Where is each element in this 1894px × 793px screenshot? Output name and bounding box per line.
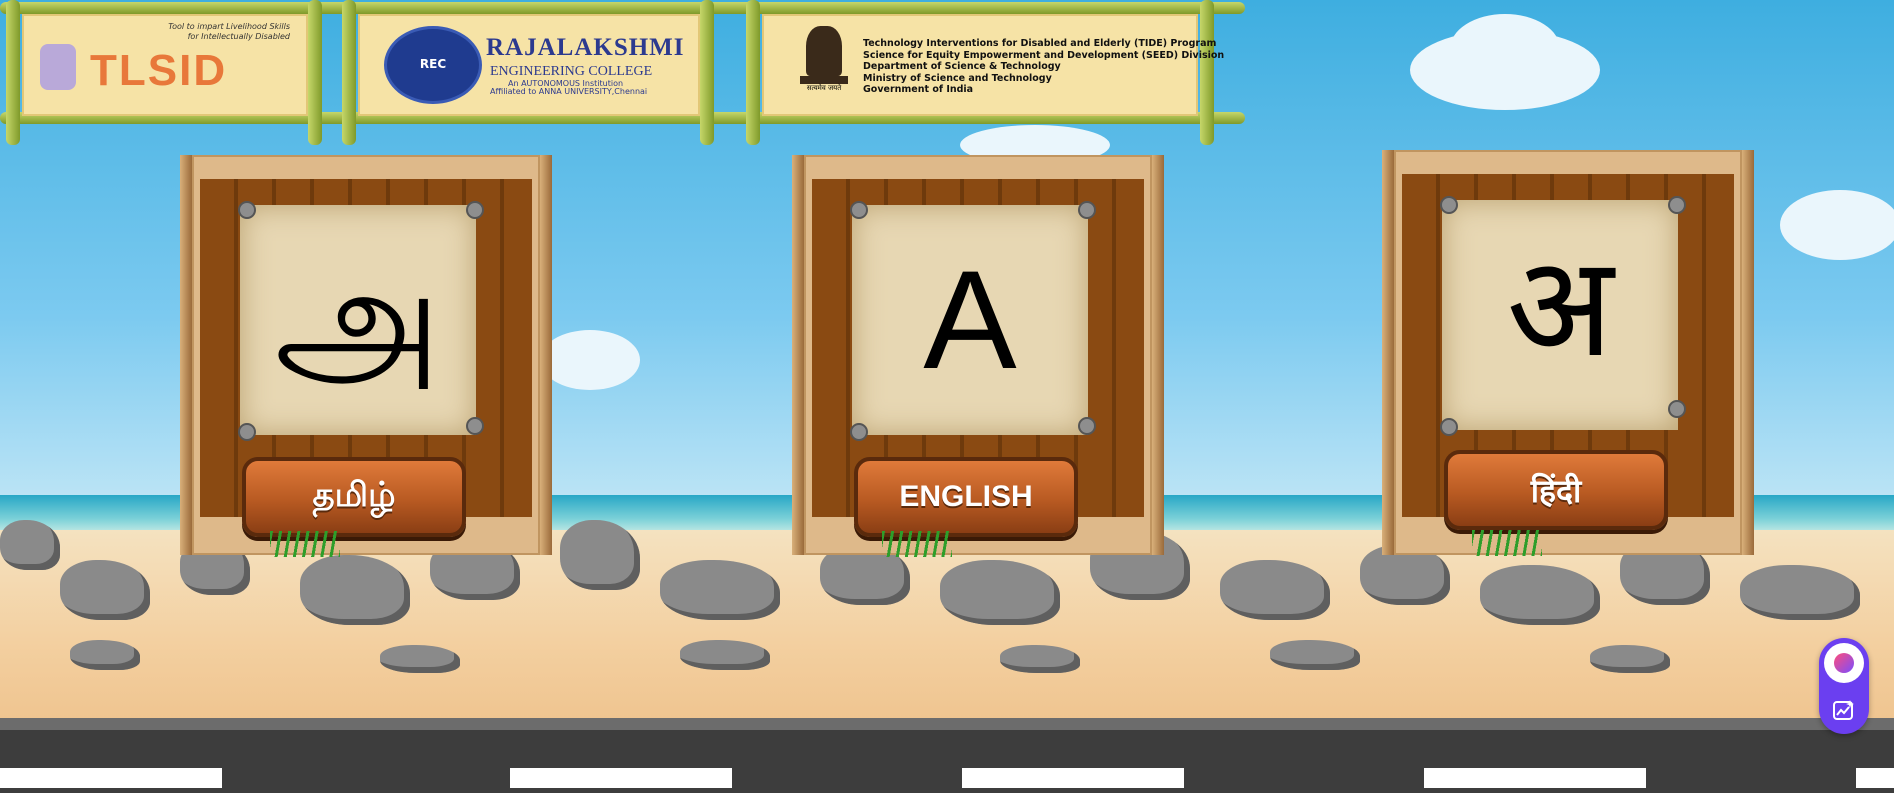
cloud [1780, 190, 1894, 260]
college-affiliation: Affiliated to ANNA UNIVERSITY,Chennai [490, 87, 648, 96]
government-text: Technology Interventions for Disabled an… [863, 38, 1225, 95]
national-emblem-icon: सत्यमेव जयते [798, 26, 850, 94]
board-tamil: அ தமிழ் [180, 155, 552, 557]
college-name: RAJALAKSHMI [486, 34, 685, 61]
hindi-letter: अ [1506, 226, 1614, 389]
college-seal-icon: REC [384, 26, 482, 104]
letter-card-tamil: அ [240, 205, 476, 435]
board-hindi: अ हिंदी [1382, 150, 1754, 556]
header-banner: Tool to impart Livelihood Skills for Int… [0, 0, 1245, 145]
assistant-orb-icon[interactable] [1824, 643, 1864, 683]
hindi-label: हिंदी [1530, 471, 1582, 510]
board-english: A ENGLISH [792, 155, 1164, 557]
tlsid-logo [40, 44, 76, 90]
hindi-language-button[interactable]: हिंदी [1444, 450, 1668, 530]
english-language-button[interactable]: ENGLISH [854, 457, 1078, 537]
tlsid-tagline: Tool to impart Livelihood Skills for Int… [168, 22, 290, 41]
floating-assistant-widget [1819, 638, 1869, 734]
sand [0, 530, 1894, 725]
tamil-letter: அ [274, 233, 442, 407]
tlsid-logo-text: TLSID [90, 46, 228, 95]
cloud [540, 330, 640, 390]
sparkle-chart-icon[interactable] [1824, 690, 1864, 730]
letter-card-english: A [852, 205, 1088, 435]
tamil-label: தமிழ் [312, 475, 396, 515]
college-subtitle: ENGINEERING COLLEGE [490, 64, 653, 79]
letter-card-hindi: अ [1442, 200, 1678, 430]
english-letter: A [923, 241, 1017, 398]
tamil-language-button[interactable]: தமிழ் [242, 457, 466, 537]
scene-background: Tool to impart Livelihood Skills for Int… [0, 0, 1894, 793]
english-label: ENGLISH [899, 480, 1033, 513]
cloud [1450, 14, 1560, 84]
